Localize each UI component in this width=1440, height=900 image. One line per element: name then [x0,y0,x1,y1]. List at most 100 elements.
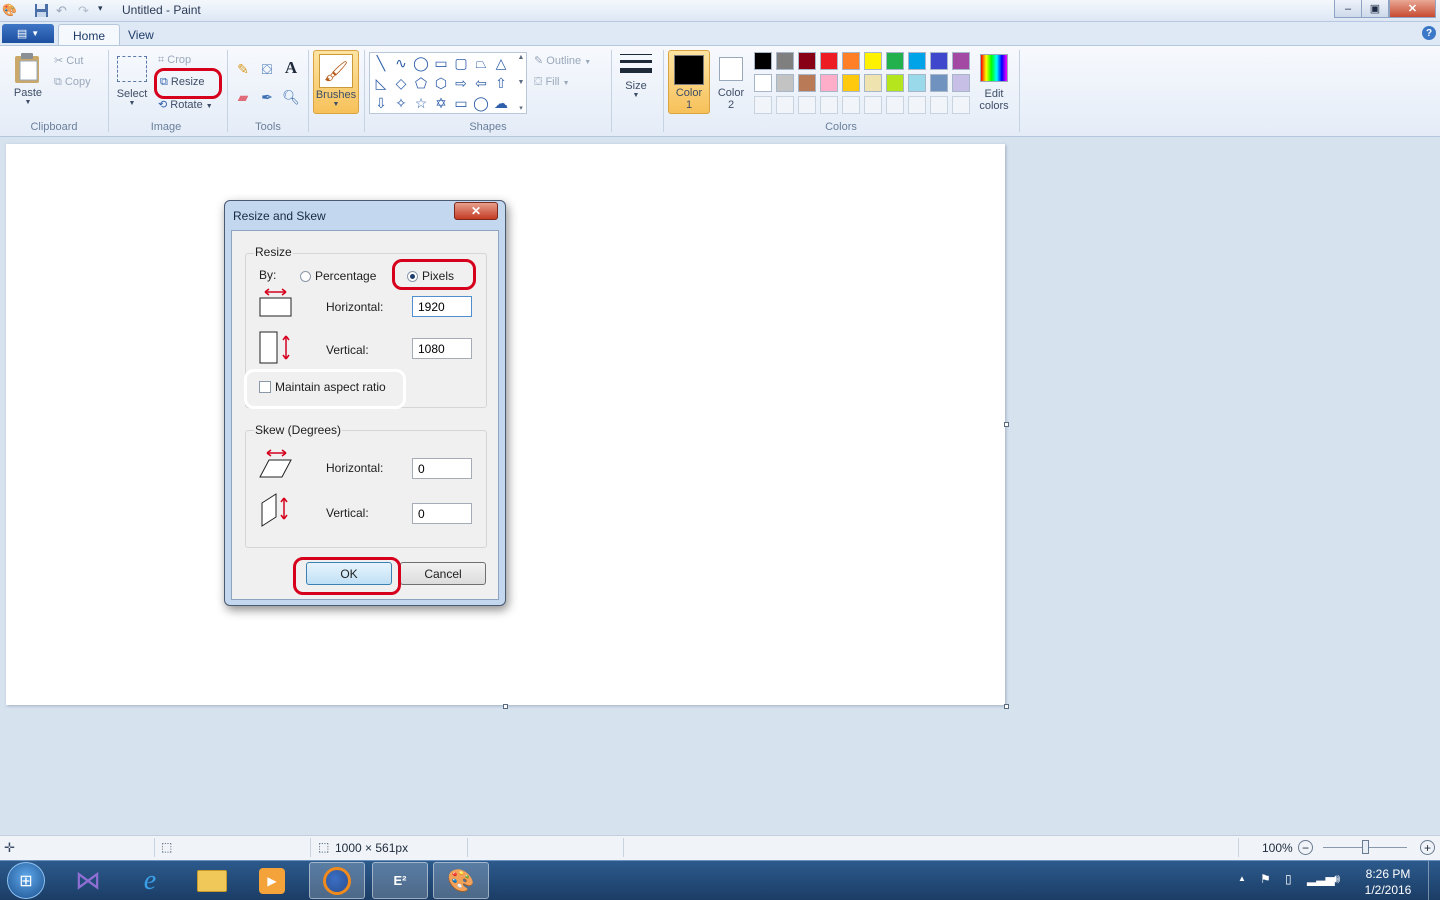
battery-icon[interactable]: ▯ [1285,872,1292,886]
palette-color-swatch[interactable] [886,52,904,70]
rounded-callout-shape-icon[interactable]: ▭ [452,94,470,112]
paint-menu-button[interactable]: ▤ ▼ [2,24,54,43]
scroll-up-icon[interactable]: ▲ [518,54,525,61]
zoom-out-button[interactable]: − [1298,840,1313,855]
text-tool-icon[interactable]: A [282,58,300,77]
palette-color-swatch[interactable] [952,74,970,92]
fill-bucket-icon[interactable]: ⛋ [258,60,276,78]
color1-button[interactable]: Color 1 [668,50,710,114]
network-signal-icon[interactable]: ▂▃▅ [1307,872,1335,886]
percentage-radio[interactable]: Percentage [300,269,376,283]
palette-color-swatch[interactable] [754,74,772,92]
right-arrow-shape-icon[interactable]: ⇨ [452,74,470,92]
palette-color-swatch[interactable] [930,52,948,70]
palette-color-swatch[interactable] [820,52,838,70]
select-button[interactable]: Select ▼ [113,54,151,114]
resize-handle-right[interactable] [1004,422,1009,427]
cut-button[interactable]: ✂ Cut [54,54,83,67]
quick-access-dropdown-icon[interactable]: ▾ [98,3,113,18]
cloud-callout-shape-icon[interactable]: ☁ [492,94,510,112]
start-button[interactable]: ⊞ [7,862,45,899]
color2-button[interactable]: Color 2 [712,50,750,114]
pentagon-shape-icon[interactable]: ⬠ [412,74,430,92]
brushes-button[interactable]: 🖌︎ Brushes ▼ [313,50,359,114]
crop-button[interactable]: ⌗ Crop [158,54,191,67]
taskbar-visual-studio[interactable]: ⋈ [60,862,116,899]
help-icon[interactable]: ? [1422,26,1436,40]
maximize-button[interactable]: ▣ [1361,0,1389,18]
hexagon-shape-icon[interactable]: ⬡ [432,74,450,92]
percentage-radio-circle[interactable] [300,270,311,282]
close-window-button[interactable]: ✕ [1389,0,1436,18]
palette-color-swatch[interactable] [798,52,816,70]
show-desktop-button[interactable] [1428,861,1440,900]
custom-color-slot[interactable] [930,96,948,114]
five-point-star-shape-icon[interactable]: ☆ [412,94,430,112]
scroll-down-icon[interactable]: ▼ [518,79,525,86]
custom-color-slot[interactable] [864,96,882,114]
palette-color-swatch[interactable] [908,52,926,70]
outline-button[interactable]: ✎ Outline ▼ [534,54,591,67]
palette-color-swatch[interactable] [864,74,882,92]
copy-button[interactable]: ⧉ Copy [54,76,91,89]
edit-colors-button[interactable]: Edit colors [976,52,1012,116]
dialog-close-button[interactable]: ✕ [454,202,498,220]
taskbar-file-explorer[interactable] [184,862,240,899]
expand-gallery-icon[interactable]: ▾ [519,104,523,112]
color-picker-icon[interactable]: ✒ [258,88,276,106]
palette-color-swatch[interactable] [908,74,926,92]
resize-handle-bottom[interactable] [503,704,508,709]
cancel-button[interactable]: Cancel [400,562,486,585]
fill-button[interactable]: ⛋ Fill ▼ [534,76,570,89]
taskbar-internet-explorer[interactable]: e [122,862,178,899]
diamond-shape-icon[interactable]: ◇ [392,74,410,92]
action-center-flag-icon[interactable]: ⚑ [1260,872,1271,886]
undo-icon[interactable]: ↶ [56,3,71,18]
oval-callout-shape-icon[interactable]: ◯ [472,94,490,112]
rounded-rectangle-shape-icon[interactable]: ▢ [452,54,470,72]
skew-horizontal-input[interactable]: 0 [412,458,472,479]
palette-color-swatch[interactable] [842,52,860,70]
palette-color-swatch[interactable] [842,74,860,92]
taskbar-e2-app[interactable]: E² [372,862,428,899]
six-point-star-shape-icon[interactable]: ✡ [432,94,450,112]
oval-shape-icon[interactable]: ◯ [412,54,430,72]
palette-color-swatch[interactable] [864,52,882,70]
redo-icon[interactable]: ↷ [78,3,93,18]
left-arrow-shape-icon[interactable]: ⇦ [472,74,490,92]
tab-view[interactable]: View [114,24,168,46]
save-icon[interactable] [34,3,49,18]
triangle-shape-icon[interactable]: △ [492,54,510,72]
palette-color-swatch[interactable] [776,74,794,92]
curve-shape-icon[interactable]: ∿ [392,54,410,72]
zoom-in-button[interactable]: + [1420,840,1435,855]
pencil-icon[interactable]: ✎ [234,60,252,78]
custom-color-slot[interactable] [886,96,904,114]
line-shape-icon[interactable]: ╲ [372,54,390,72]
right-triangle-shape-icon[interactable]: ◺ [372,74,390,92]
size-button[interactable]: Size ▼ [617,52,655,114]
skew-vertical-input[interactable]: 0 [412,503,472,524]
resize-horizontal-input[interactable]: 1920 [412,296,472,317]
minimize-button[interactable]: – [1334,0,1362,18]
four-point-star-shape-icon[interactable]: ✧ [392,94,410,112]
taskbar-media-player[interactable]: ▶ [244,862,300,899]
palette-color-swatch[interactable] [798,74,816,92]
magnifier-icon[interactable]: 🔍︎ [282,88,300,106]
zoom-slider-thumb[interactable] [1362,840,1369,854]
eraser-icon[interactable]: ▰ [234,88,252,106]
volume-icon[interactable]: 🔊︎ [1332,871,1340,887]
tab-home[interactable]: Home [58,24,121,46]
custom-color-slot[interactable] [754,96,772,114]
down-arrow-shape-icon[interactable]: ⇩ [372,94,390,112]
resize-vertical-input[interactable]: 1080 [412,338,472,359]
up-arrow-shape-icon[interactable]: ⇧ [492,74,510,92]
show-hidden-icons[interactable]: ▲ [1238,874,1246,883]
rectangle-shape-icon[interactable]: ▭ [432,54,450,72]
resize-handle-corner[interactable] [1004,704,1009,709]
palette-color-swatch[interactable] [754,52,772,70]
shapes-scroll[interactable]: ▲ ▼ ▾ [516,54,526,112]
palette-color-swatch[interactable] [776,52,794,70]
rotate-button[interactable]: ⟲ Rotate ▼ [158,98,213,111]
custom-color-slot[interactable] [908,96,926,114]
